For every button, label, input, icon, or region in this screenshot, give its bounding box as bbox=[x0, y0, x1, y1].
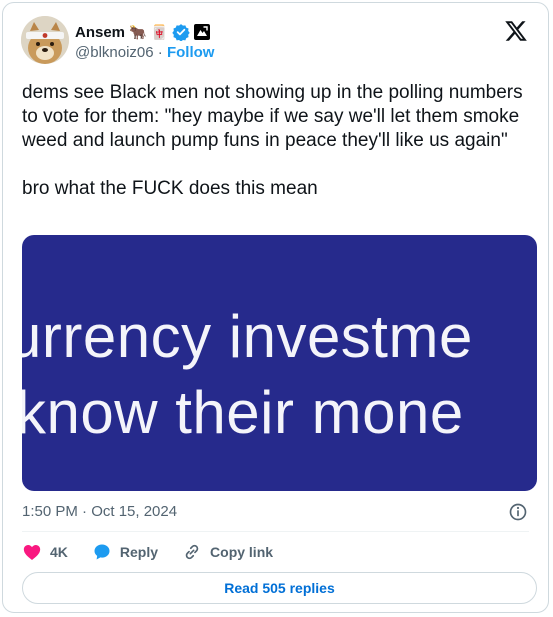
reply-label: Reply bbox=[119, 544, 159, 560]
avatar[interactable] bbox=[21, 16, 69, 64]
tweet-text: dems see Black men not showing up in the… bbox=[22, 81, 542, 201]
x-logo-icon[interactable] bbox=[504, 19, 528, 43]
tweet-timestamp[interactable]: 1:50 PM · Oct 15, 2024 bbox=[22, 503, 177, 520]
read-replies-label: Read 505 replies bbox=[224, 580, 335, 596]
tweet-media-image[interactable]: urrency investme know their mone bbox=[22, 235, 537, 491]
link-icon bbox=[185, 544, 199, 560]
info-icon[interactable] bbox=[508, 502, 528, 522]
copy-link-button[interactable]: Copy link bbox=[182, 542, 273, 562]
media-text-line: urrency investme bbox=[22, 303, 473, 370]
affiliate-badge-icon[interactable] bbox=[193, 24, 210, 40]
reply-button[interactable]: Reply bbox=[92, 542, 158, 562]
mahjong-emoji: 🀄 bbox=[150, 24, 168, 40]
copy-link-label: Copy link bbox=[210, 544, 274, 560]
tweet-paragraph: dems see Black men not showing up in the… bbox=[22, 82, 523, 151]
tweet-paragraph: bro what the FUCK does this mean bbox=[22, 178, 318, 199]
tweet-card: Ansem 🐂 🀄 @blknoiz06 · Follow dems see B… bbox=[2, 2, 549, 613]
avatar-dog-image bbox=[21, 16, 69, 64]
handle-separator: · bbox=[153, 44, 167, 61]
read-replies-button[interactable]: Read 505 replies bbox=[22, 572, 537, 604]
author-name-row: Ansem 🐂 🀄 bbox=[75, 21, 210, 43]
like-button[interactable]: 4K bbox=[22, 542, 68, 562]
author-name[interactable]: Ansem bbox=[75, 24, 125, 41]
divider bbox=[22, 531, 529, 532]
bull-emoji: 🐂 bbox=[129, 24, 147, 40]
media-text-line: know their mone bbox=[22, 379, 464, 446]
heart-icon bbox=[23, 545, 41, 560]
like-count: 4K bbox=[50, 544, 68, 560]
reply-bubble-icon bbox=[94, 544, 110, 560]
author-handle[interactable]: @blknoiz06 bbox=[75, 44, 154, 61]
follow-button[interactable]: Follow bbox=[167, 44, 215, 61]
handle-row: @blknoiz06 · Follow bbox=[75, 44, 214, 61]
verified-badge-icon bbox=[172, 24, 190, 41]
action-bar: 4K Reply Copy link bbox=[22, 540, 297, 564]
